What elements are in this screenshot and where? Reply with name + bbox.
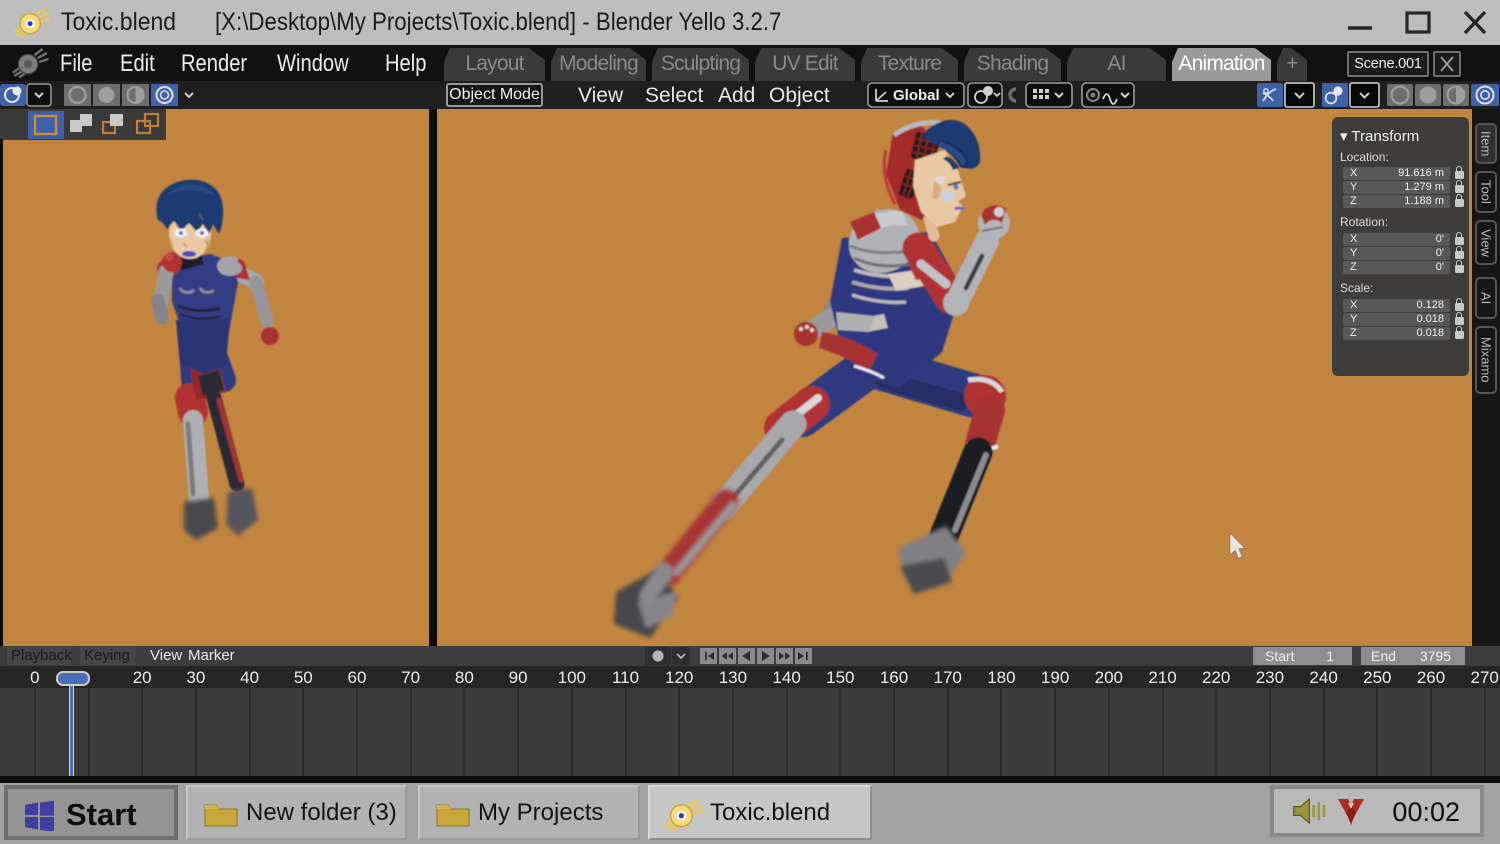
svg-text:Global: Global (893, 87, 940, 104)
